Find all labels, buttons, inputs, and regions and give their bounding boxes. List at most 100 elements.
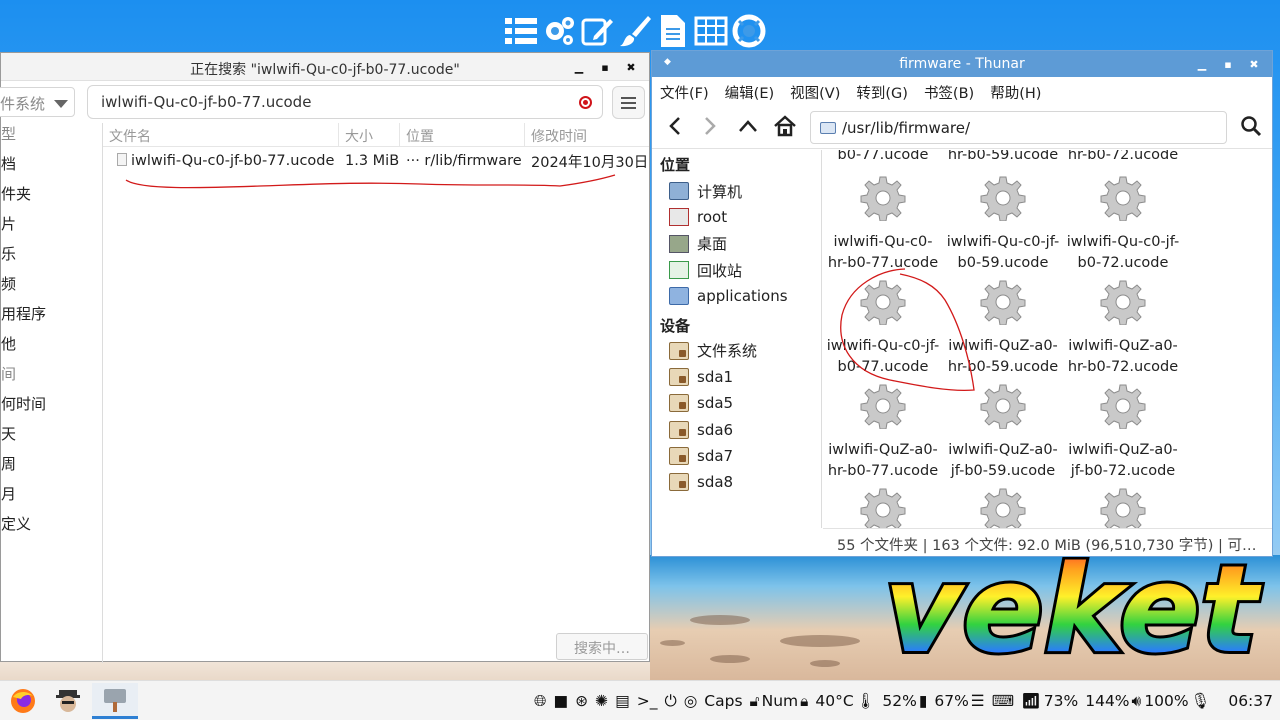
taskbar-app-character[interactable] xyxy=(47,683,89,719)
file-item-label: hr-b0-59.ucode xyxy=(947,359,1059,375)
close-button[interactable]: ✖ xyxy=(1242,54,1266,74)
globe-icon[interactable]: 🌐︎ xyxy=(534,692,546,711)
home-button[interactable] xyxy=(770,111,800,141)
filter-videos[interactable]: 视频 xyxy=(1,273,101,303)
file-item-label: hr-b0-77.ucode xyxy=(827,463,939,479)
sidebar-item-computer[interactable]: 计算机 xyxy=(652,178,821,204)
wifi-icon[interactable]: 📶︎ xyxy=(1021,692,1041,710)
file-item[interactable]: iwlwifi-Qu-c0-jf-b0-59.ucode xyxy=(943,175,1063,274)
sidebar-item-applications[interactable]: applications xyxy=(652,283,821,309)
forward-button[interactable] xyxy=(695,111,725,141)
sidebar-item-sda1[interactable]: sda1 xyxy=(652,364,821,390)
list-icon[interactable] xyxy=(504,14,538,48)
stop-search-icon[interactable] xyxy=(579,96,592,109)
clock[interactable]: 06:37 xyxy=(1228,692,1273,710)
sidebar-item-root[interactable]: root xyxy=(652,204,821,230)
unlock-icon: 🔓︎ xyxy=(749,691,760,710)
address-bar[interactable]: /usr/lib/firmware/ xyxy=(810,111,1227,144)
menu-go[interactable]: 转到(G) xyxy=(856,82,908,105)
taskbar-search-tool[interactable] xyxy=(92,683,138,719)
file-item[interactable]: iwlwifi-QuZ-a0- hr-b0-77.ucode xyxy=(823,383,943,482)
sidebar-item-filesystem[interactable]: 文件系统 xyxy=(652,337,821,363)
search-window-titlebar[interactable]: 正在搜索 "iwlwifi-Qu-c0-jf-b0-77.ucode" ▁ ▪ … xyxy=(1,53,649,81)
shield-icon[interactable]: ⊛ xyxy=(575,692,588,710)
parent-folder-button[interactable] xyxy=(733,111,763,141)
filter-folders[interactable]: 文件夹 xyxy=(1,183,101,213)
filter-music[interactable]: 音乐 xyxy=(1,243,101,273)
minimize-button[interactable]: ▁ xyxy=(1190,54,1214,74)
search-location-select[interactable]: 件系统 xyxy=(0,87,75,117)
filter-this-month[interactable]: 本月 xyxy=(1,483,101,513)
clipboard-icon[interactable]: ▤ xyxy=(615,692,630,710)
table-row[interactable]: iwlwifi-Qu-c0-jf-b0-77.ucode 1.3 MiB ···… xyxy=(103,147,649,175)
filter-this-week[interactable]: 本周 xyxy=(1,453,101,483)
filter-any-time[interactable]: 任何时间 xyxy=(1,393,101,423)
back-button[interactable] xyxy=(660,111,690,141)
visibility-off-icon[interactable]: ◎ xyxy=(684,692,698,710)
maximize-button[interactable]: ▪ xyxy=(593,57,617,77)
minimize-button[interactable]: ▁ xyxy=(567,57,591,77)
menu-bookmarks[interactable]: 书签(B) xyxy=(924,82,974,105)
speaker-icon[interactable]: 🔊︎ xyxy=(1132,692,1142,711)
taskbar: 🌐︎ ■ ⊛ ✺ ▤ >_ ⏻ ◎ Caps 🔓︎ Num 🔒︎ 40°C 🌡︎… xyxy=(0,680,1280,720)
microphone-icon[interactable]: 🎙︎ xyxy=(1191,692,1211,710)
file-item[interactable]: iwlwifi-Qu-c0-jf-b0-72.ucode xyxy=(1063,175,1183,274)
file-item[interactable]: iwlwifi-Qu-c0- hr-b0-77.ucode xyxy=(823,175,943,274)
searching-status-button[interactable]: 搜索中… xyxy=(556,633,648,660)
file-item[interactable]: iwlwifi-QuZ-a0- jf-b0-72.ucode xyxy=(1063,383,1183,482)
file-item[interactable]: hr-b0-72.ucode xyxy=(1063,150,1183,166)
keyboard-icon[interactable]: ⌨ xyxy=(992,692,1014,710)
sync-icon[interactable]: ✺ xyxy=(595,692,608,710)
help-lifebuoy-icon[interactable] xyxy=(732,14,766,48)
file-icon xyxy=(117,153,127,166)
gear-file-icon xyxy=(1100,384,1146,430)
filter-images[interactable]: 图片 xyxy=(1,213,101,243)
file-item[interactable] xyxy=(943,487,1063,528)
document-icon[interactable] xyxy=(656,14,690,48)
filter-other[interactable]: 其他 xyxy=(1,333,101,363)
sidebar-item-desktop[interactable]: 桌面 xyxy=(652,231,821,257)
svg-text:veket: veket xyxy=(884,545,1263,670)
filter-custom[interactable]: 自定义 xyxy=(1,513,101,543)
file-item[interactable]: b0-77.ucode xyxy=(823,150,943,166)
menu-view[interactable]: 视图(V) xyxy=(790,82,840,105)
file-item[interactable]: hr-b0-59.ucode xyxy=(943,150,1063,166)
taskbar-firefox[interactable] xyxy=(2,683,44,719)
thunar-titlebar[interactable]: ◆ firmware - Thunar ▁ ▪ ✖ xyxy=(652,51,1272,77)
sidebar-item-sda7[interactable]: sda7 xyxy=(652,443,821,469)
menu-help[interactable]: 帮助(H) xyxy=(990,82,1041,105)
sidebar-item-trash[interactable]: 回收站 xyxy=(652,257,821,283)
power-icon[interactable]: ⏻ xyxy=(665,692,677,711)
column-header-modified[interactable]: 修改时间 xyxy=(525,123,649,146)
spreadsheet-icon[interactable] xyxy=(694,14,728,48)
file-item[interactable] xyxy=(1063,487,1183,528)
settings-gears-icon[interactable] xyxy=(542,14,576,48)
sidebar-item-sda6[interactable]: sda6 xyxy=(652,416,821,442)
column-header-size[interactable]: 大小 xyxy=(339,123,400,146)
maximize-button[interactable]: ▪ xyxy=(1216,54,1240,74)
filter-applications[interactable]: 应用程序 xyxy=(1,303,101,333)
filter-today[interactable]: 今天 xyxy=(1,423,101,453)
file-item[interactable]: iwlwifi-QuZ-a0- jf-b0-59.ucode xyxy=(943,383,1063,482)
search-button[interactable] xyxy=(1236,111,1266,141)
file-item[interactable]: iwlwifi-QuZ-a0- hr-b0-59.ucode xyxy=(943,279,1063,378)
column-header-location[interactable]: 位置 xyxy=(400,123,525,146)
edit-icon[interactable] xyxy=(580,14,614,48)
filter-documents[interactable]: 文档 xyxy=(1,153,101,183)
column-header-name[interactable]: 文件名 xyxy=(103,123,339,146)
gear-file-icon xyxy=(980,280,1026,326)
result-size: 1.3 MiB xyxy=(345,153,400,169)
folder-icon[interactable]: ■ xyxy=(553,692,568,710)
menu-file[interactable]: 文件(F) xyxy=(660,82,709,105)
menu-edit[interactable]: 编辑(E) xyxy=(725,82,774,105)
search-query-input[interactable]: iwlwifi-Qu-c0-jf-b0-77.ucode xyxy=(87,85,603,119)
sidebar-item-sda5[interactable]: sda5 xyxy=(652,390,821,416)
file-item[interactable]: iwlwifi-Qu-c0-jf-b0-77.ucode xyxy=(823,279,943,378)
terminal-icon[interactable]: >_ xyxy=(637,692,658,710)
sidebar-item-sda8[interactable]: sda8 xyxy=(652,469,821,495)
hamburger-menu-button[interactable] xyxy=(612,86,645,119)
close-button[interactable]: ✖ xyxy=(619,57,643,77)
file-item[interactable] xyxy=(823,487,943,528)
brush-icon[interactable] xyxy=(618,14,652,48)
file-item[interactable]: iwlwifi-QuZ-a0- hr-b0-72.ucode xyxy=(1063,279,1183,378)
